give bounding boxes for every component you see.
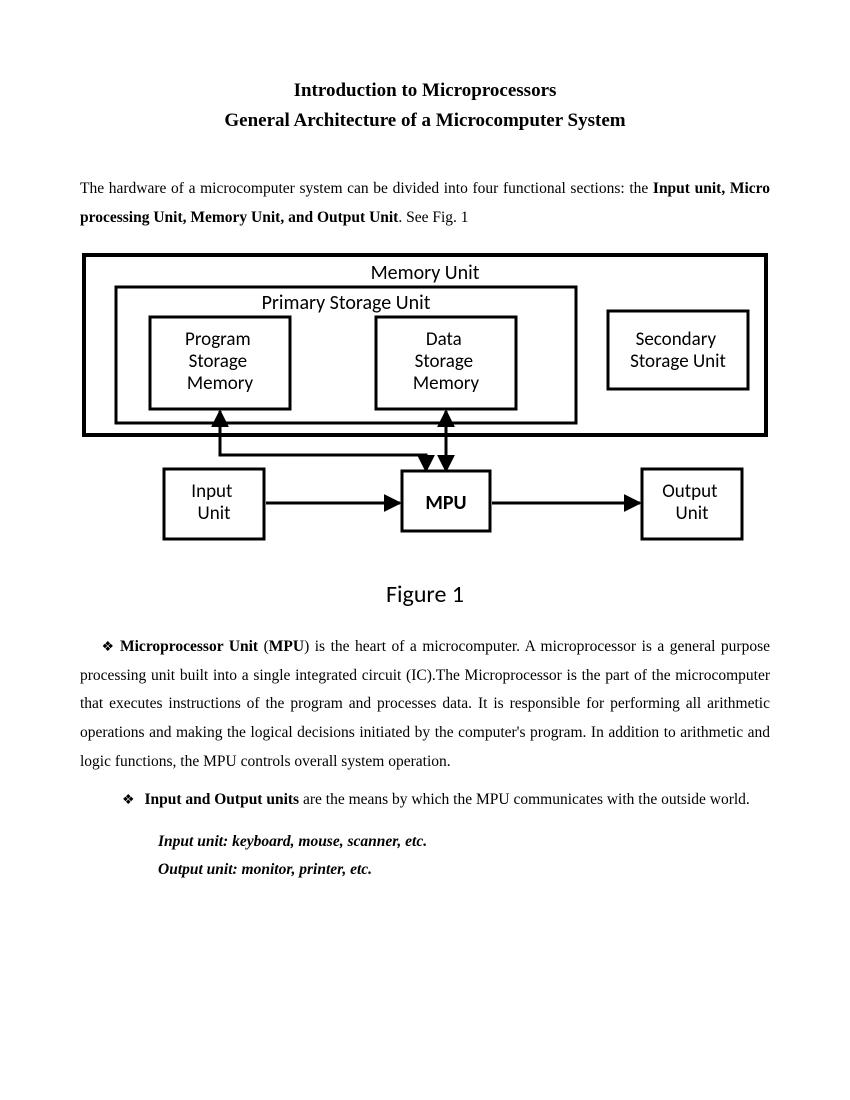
output-examples: Output unit: monitor, printer, etc. bbox=[158, 856, 770, 884]
label-primary-storage: Primary Storage Unit bbox=[262, 291, 431, 315]
bullet-icon: ❖ bbox=[122, 793, 135, 808]
svg-text:Program Storage: Program Storage Memory bbox=[185, 328, 255, 395]
label-input-l2: Unit bbox=[198, 502, 232, 525]
label-data-l3: Memory bbox=[413, 372, 480, 395]
intro-text-c: . See Fig. 1 bbox=[398, 209, 468, 226]
io-bullet: ❖ Input and Output units are the means b… bbox=[122, 786, 770, 814]
label-data-l1: Data bbox=[426, 328, 462, 351]
figure-1: Memory Unit Primary Storage Unit Program… bbox=[80, 251, 770, 566]
mpu-lead: Microprocessor Unit bbox=[120, 638, 258, 655]
doc-subtitle: General Architecture of a Microcomputer … bbox=[80, 110, 770, 132]
intro-paragraph: The hardware of a microcomputer system c… bbox=[80, 174, 770, 233]
label-data-l2: Storage bbox=[415, 350, 474, 373]
label-program-l1: Program bbox=[185, 328, 251, 351]
intro-text-a: The hardware of a microcomputer system c… bbox=[80, 180, 653, 197]
label-program-l3: Memory bbox=[187, 372, 254, 395]
io-lead: Input and Output units bbox=[144, 791, 299, 808]
mpu-paragraph: ❖ Microprocessor Unit (MPU) is the heart … bbox=[80, 633, 770, 776]
mpu-open: ( bbox=[258, 638, 269, 655]
mpu-abbr: MPU bbox=[269, 638, 304, 655]
doc-title: Introduction to Microprocessors bbox=[80, 80, 770, 102]
svg-text:Data Storage M: Data Storage Memory bbox=[413, 328, 480, 395]
architecture-diagram: Memory Unit Primary Storage Unit Program… bbox=[80, 251, 770, 561]
label-input-l1: Input bbox=[191, 480, 233, 503]
label-output-l1: Output bbox=[662, 480, 718, 503]
label-secondary-l1: Secondary bbox=[636, 328, 717, 351]
label-mpu: MPU bbox=[425, 491, 466, 515]
input-examples: Input unit: keyboard, mouse, scanner, et… bbox=[158, 828, 770, 856]
svg-text:Secondary Storage Unit: Secondary Storage Unit bbox=[630, 328, 726, 373]
label-memory-unit: Memory Unit bbox=[371, 261, 480, 285]
io-rest: are the means by which the MPU communica… bbox=[299, 791, 750, 808]
label-program-l2: Storage bbox=[189, 350, 248, 373]
svg-text:Output Unit: Output Unit bbox=[662, 480, 722, 525]
page: Introduction to Microprocessors General … bbox=[0, 0, 850, 944]
svg-text:Input Unit: Input Unit bbox=[191, 480, 236, 525]
figure-caption: Figure 1 bbox=[80, 580, 770, 609]
mpu-rest: ) is the heart of a microcomputer. A mic… bbox=[80, 638, 770, 770]
label-output-l2: Unit bbox=[676, 502, 710, 525]
label-secondary-l2: Storage Unit bbox=[630, 350, 726, 373]
bullet-icon: ❖ bbox=[80, 635, 114, 661]
